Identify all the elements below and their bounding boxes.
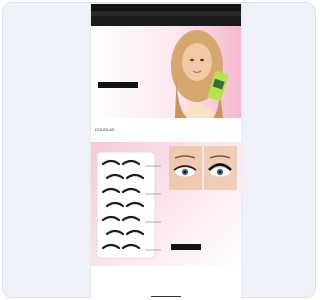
brand-strip: DOUGLAS [91,118,241,140]
hero-model-image [171,30,229,118]
hero-banner[interactable] [91,26,241,118]
lashes-cta-button[interactable] [171,244,201,250]
hero-cta-button[interactable] [98,82,138,88]
email-preview[interactable]: DOUGLAS [91,4,241,300]
lashes-section[interactable] [91,142,241,266]
brand-logo-bar[interactable] [91,16,241,26]
footer-divider [151,296,181,297]
lash-tray-image [96,151,161,259]
promo-bar[interactable] [91,4,241,11]
eye-comparison-image [169,146,237,190]
brand-logo[interactable]: DOUGLAS [95,127,115,132]
